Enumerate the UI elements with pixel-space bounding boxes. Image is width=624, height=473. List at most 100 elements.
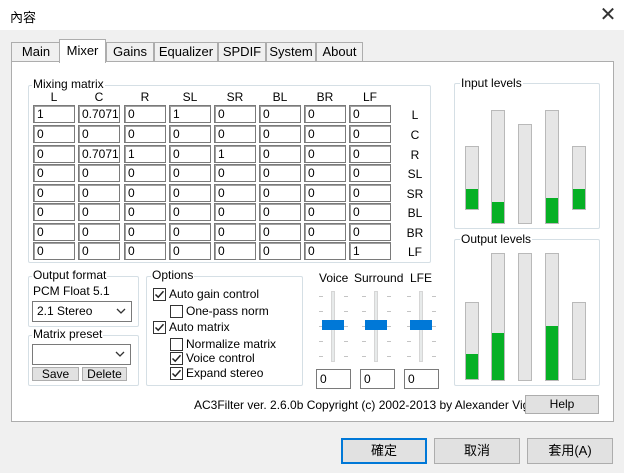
matrix-cell-input[interactable]: 0: [349, 125, 391, 143]
matrix-cell-input[interactable]: 0: [304, 125, 346, 143]
matrix-cell-input[interactable]: 0: [214, 105, 256, 123]
matrix-cell-input[interactable]: 0: [304, 223, 346, 241]
matrix-cell-input[interactable]: 0: [349, 145, 391, 163]
option-label[interactable]: Auto matrix: [169, 320, 230, 334]
close-icon[interactable]: ✕: [596, 3, 620, 27]
matrix-cell-input[interactable]: 0: [349, 184, 391, 202]
matrix-cell-input[interactable]: 0: [124, 242, 166, 260]
matrix-cell-input[interactable]: 0: [304, 164, 346, 182]
matrix-cell-input[interactable]: 0: [78, 203, 120, 221]
matrix-cell-input[interactable]: 0: [349, 164, 391, 182]
lfe-value-input[interactable]: 0: [404, 369, 439, 389]
lfe-slider-thumb[interactable]: [410, 320, 432, 330]
matrix-cell-input[interactable]: 0: [349, 203, 391, 221]
matrix-cell-input[interactable]: 0: [304, 184, 346, 202]
surround-value-input[interactable]: 0: [360, 369, 395, 389]
matrix-cell-input[interactable]: 0.7071: [78, 145, 120, 163]
option-label[interactable]: Normalize matrix: [186, 337, 276, 351]
matrix-cell-input[interactable]: 0: [169, 125, 211, 143]
matrix-cell-input[interactable]: 0: [78, 164, 120, 182]
matrix-cell-input[interactable]: 0: [214, 223, 256, 241]
matrix-cell-input[interactable]: 1: [33, 105, 75, 123]
matrix-cell-input[interactable]: 0: [33, 242, 75, 260]
matrix-cell-input[interactable]: 0: [33, 223, 75, 241]
matrix-cell-input[interactable]: 0: [78, 184, 120, 202]
cancel-button[interactable]: 取消: [434, 438, 520, 464]
tab-about[interactable]: About: [316, 42, 363, 62]
matrix-cell-input[interactable]: 0: [124, 105, 166, 123]
matrix-cell-input[interactable]: 0: [214, 203, 256, 221]
matrix-cell-input[interactable]: 0: [259, 125, 301, 143]
matrix-cell-input[interactable]: 0: [124, 125, 166, 143]
matrix-cell-input[interactable]: 0: [124, 164, 166, 182]
output-format-select[interactable]: 2.1 Stereo: [32, 301, 132, 322]
matrix-cell-input[interactable]: 0: [214, 164, 256, 182]
tab-main[interactable]: Main: [11, 42, 61, 62]
matrix-cell-input[interactable]: 0: [349, 223, 391, 241]
matrix-cell-input[interactable]: 0: [259, 145, 301, 163]
matrix-cell-input[interactable]: 0: [78, 242, 120, 260]
tab-spdif[interactable]: SPDIF: [218, 42, 266, 62]
matrix-cell-input[interactable]: 0: [78, 125, 120, 143]
matrix-cell-input[interactable]: 0: [214, 125, 256, 143]
matrix-cell-input[interactable]: 0: [259, 164, 301, 182]
matrix-cell-input[interactable]: 0: [304, 203, 346, 221]
matrix-cell-input[interactable]: 0: [33, 145, 75, 163]
matrix-cell-input[interactable]: 0: [33, 184, 75, 202]
tab-mixer[interactable]: Mixer: [59, 39, 106, 63]
option-label[interactable]: Voice control: [186, 351, 255, 365]
delete-preset-button[interactable]: Delete: [82, 367, 127, 381]
surround-slider-thumb[interactable]: [365, 320, 387, 330]
matrix-cell-input[interactable]: 1: [124, 145, 166, 163]
voice-label: Voice: [319, 271, 349, 285]
option-label[interactable]: Auto gain control: [169, 287, 259, 301]
tab-system[interactable]: System: [266, 42, 316, 62]
matrix-cell-input[interactable]: 1: [214, 145, 256, 163]
matrix-cell-input[interactable]: 0: [169, 164, 211, 182]
matrix-cell-input[interactable]: 0: [169, 223, 211, 241]
option-checkbox[interactable]: [153, 321, 166, 334]
option-checkbox[interactable]: [170, 367, 183, 380]
apply-button[interactable]: 套用(A): [527, 438, 613, 464]
matrix-cell-input[interactable]: 0: [124, 203, 166, 221]
matrix-cell-input[interactable]: 0.7071: [78, 105, 120, 123]
matrix-cell-input[interactable]: 1: [169, 105, 211, 123]
matrix-cell-input[interactable]: 0: [124, 184, 166, 202]
matrix-cell-input[interactable]: 0: [78, 223, 120, 241]
tab-gains[interactable]: Gains: [106, 42, 154, 62]
matrix-cell-input[interactable]: 0: [259, 223, 301, 241]
slider-tick: [362, 356, 366, 357]
matrix-cell-input[interactable]: 0: [33, 203, 75, 221]
matrix-cell-input[interactable]: 0: [33, 164, 75, 182]
matrix-cell-input[interactable]: 0: [33, 125, 75, 143]
matrix-cell-input[interactable]: 1: [349, 242, 391, 260]
tab-equalizer[interactable]: Equalizer: [154, 42, 218, 62]
voice-value-input[interactable]: 0: [316, 369, 351, 389]
save-preset-button[interactable]: Save: [32, 367, 79, 381]
matrix-cell-input[interactable]: 0: [259, 242, 301, 260]
help-button[interactable]: Help: [525, 395, 599, 414]
matrix-cell-input[interactable]: 0: [349, 105, 391, 123]
matrix-cell-input[interactable]: 0: [169, 203, 211, 221]
option-label[interactable]: One-pass norm: [186, 304, 269, 318]
ok-button[interactable]: 確定: [341, 438, 427, 464]
option-checkbox[interactable]: [170, 352, 183, 365]
option-checkbox[interactable]: [170, 305, 183, 318]
matrix-cell-input[interactable]: 0: [124, 223, 166, 241]
matrix-cell-input[interactable]: 0: [259, 184, 301, 202]
matrix-cell-input[interactable]: 0: [304, 145, 346, 163]
matrix-cell-input[interactable]: 0: [214, 184, 256, 202]
matrix-cell-input[interactable]: 0: [169, 184, 211, 202]
option-label[interactable]: Expand stereo: [186, 366, 263, 380]
voice-slider-thumb[interactable]: [322, 320, 344, 330]
matrix-cell-input[interactable]: 0: [214, 242, 256, 260]
matrix-cell-input[interactable]: 0: [259, 203, 301, 221]
matrix-cell-input[interactable]: 0: [304, 242, 346, 260]
option-checkbox[interactable]: [153, 288, 166, 301]
matrix-cell-input[interactable]: 0: [169, 145, 211, 163]
option-checkbox[interactable]: [170, 338, 183, 351]
matrix-cell-input[interactable]: 0: [169, 242, 211, 260]
matrix-cell-input[interactable]: 0: [259, 105, 301, 123]
matrix-preset-select[interactable]: [32, 344, 131, 365]
matrix-cell-input[interactable]: 0: [304, 105, 346, 123]
